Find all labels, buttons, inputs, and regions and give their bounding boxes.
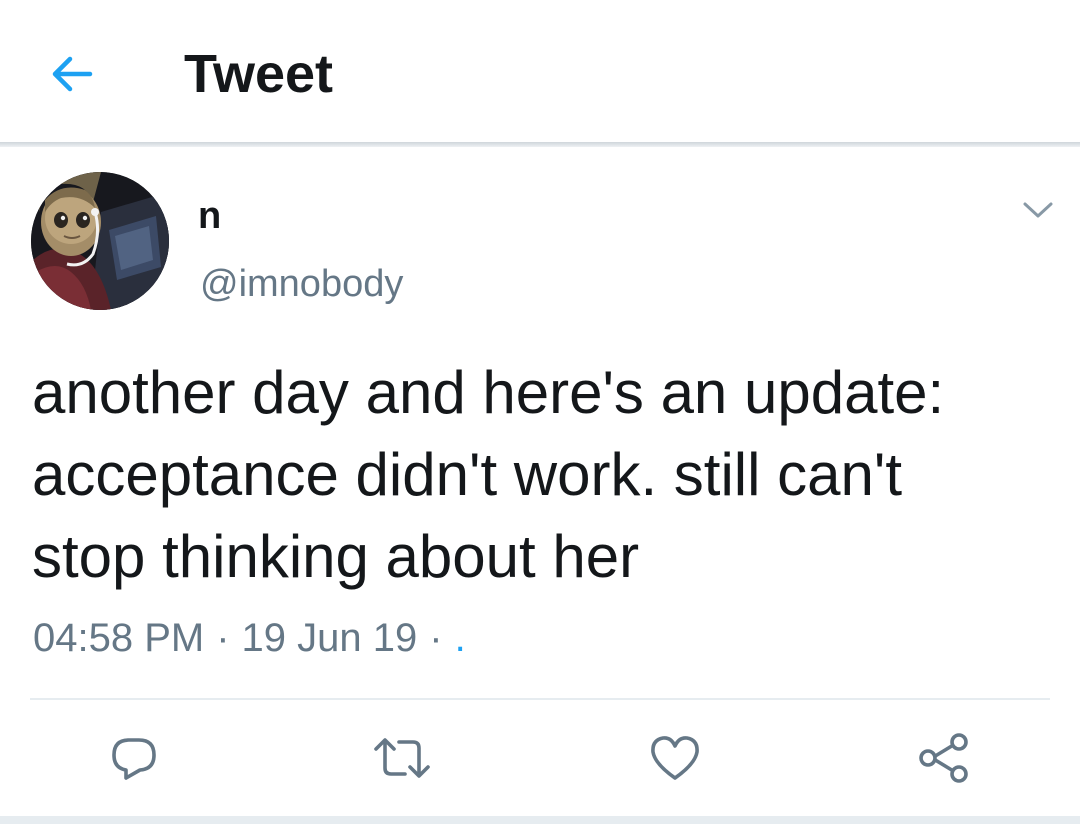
chevron-down-icon xyxy=(1023,202,1053,218)
display-name[interactable]: n xyxy=(198,192,221,240)
top-app-bar: Tweet xyxy=(0,0,1080,147)
tweet-date: 19 Jun 19 xyxy=(241,616,418,660)
meta-separator: · xyxy=(216,616,230,660)
tweet-client-link[interactable]: . xyxy=(455,612,466,664)
reply-icon xyxy=(112,738,156,780)
bottom-divider xyxy=(0,816,1080,824)
reply-button[interactable] xyxy=(102,726,166,790)
back-button[interactable] xyxy=(44,46,100,102)
retweet-icon xyxy=(374,738,430,778)
tweet-time: 04:58 PM xyxy=(33,616,205,660)
tweet-text: another day and here's an update: accept… xyxy=(32,359,945,590)
header-divider xyxy=(0,142,1080,147)
user-handle[interactable]: @imnobody xyxy=(200,260,403,308)
avatar-image xyxy=(31,172,169,310)
meta-separator: · xyxy=(429,616,443,660)
arrow-left-icon xyxy=(52,56,93,92)
tweet-menu-button[interactable] xyxy=(1016,190,1060,230)
like-button[interactable] xyxy=(643,726,707,790)
tweet-metadata: 04:58 PM · 19 Jun 19 · . xyxy=(33,612,466,664)
avatar[interactable] xyxy=(31,172,169,310)
share-button[interactable] xyxy=(912,726,976,790)
heart-icon xyxy=(651,736,699,780)
share-icon xyxy=(919,733,968,783)
actions-divider xyxy=(30,698,1050,700)
retweet-button[interactable] xyxy=(370,726,434,790)
page-title: Tweet xyxy=(184,44,334,104)
